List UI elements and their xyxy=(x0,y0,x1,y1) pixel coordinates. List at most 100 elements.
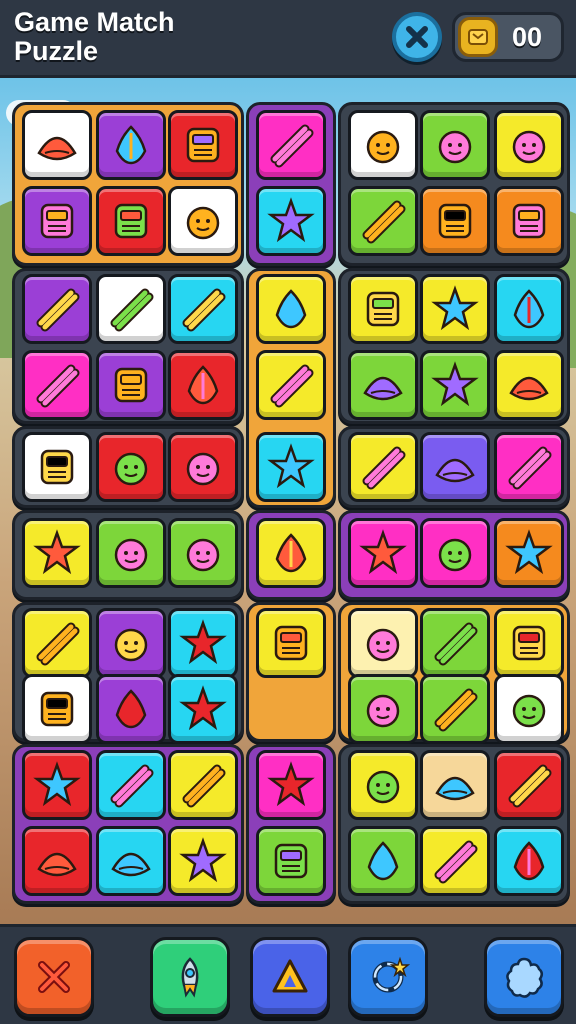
tile-octopus[interactable] xyxy=(494,826,564,896)
tile-pepper[interactable] xyxy=(494,432,564,502)
rocket-icon xyxy=(181,957,199,998)
tile-knife[interactable] xyxy=(168,350,238,420)
tile-smiling-sun[interactable] xyxy=(96,432,166,502)
tomato-bug-icon xyxy=(363,376,403,401)
crossed-carrots-icon xyxy=(40,203,74,239)
smiling-sun-icon xyxy=(114,452,148,486)
tile-pumpkin-face[interactable] xyxy=(420,110,490,180)
fish-fillet-icon xyxy=(179,685,227,731)
tile-ghost-leaf[interactable] xyxy=(96,186,166,256)
tile-green-shirt[interactable] xyxy=(494,674,564,744)
tile-chili-pepper[interactable] xyxy=(420,186,490,256)
tile-green-leaf[interactable] xyxy=(494,608,564,678)
tile-green-sun[interactable] xyxy=(494,110,564,180)
tile-leaf[interactable] xyxy=(256,608,326,678)
tile-carrot[interactable] xyxy=(96,110,166,180)
tile-squid[interactable] xyxy=(256,350,326,420)
tile-crossed-bread[interactable] xyxy=(22,350,92,420)
tile-crossed-sausage[interactable] xyxy=(22,518,92,588)
tile-bell-dome[interactable] xyxy=(22,110,92,180)
tile-lettuce[interactable] xyxy=(22,608,92,678)
tile-beet[interactable] xyxy=(348,432,418,502)
tile-mushroom[interactable] xyxy=(22,432,92,502)
tile-papaya[interactable] xyxy=(96,518,166,588)
tomato-icon xyxy=(366,694,400,728)
cancel-button[interactable] xyxy=(14,937,94,1017)
tile-cloud-tree[interactable] xyxy=(348,110,418,180)
tile-bent-carrot[interactable] xyxy=(96,674,166,744)
carrot-icon xyxy=(115,125,147,165)
pumpkin-icon xyxy=(114,628,148,662)
tile-red-star[interactable] xyxy=(22,674,92,744)
tile-shrimp[interactable] xyxy=(168,608,238,678)
octopus-face-icon xyxy=(513,289,545,329)
tile-red-bug[interactable] xyxy=(494,750,564,820)
close-button[interactable] xyxy=(392,12,442,62)
beet-icon xyxy=(362,446,406,490)
tile-tomato[interactable] xyxy=(348,674,418,744)
tile-crab[interactable] xyxy=(348,274,418,344)
menu-button[interactable] xyxy=(484,937,564,1017)
tile-blue-fish[interactable] xyxy=(348,826,418,896)
tile-salad-bowl[interactable] xyxy=(168,186,238,256)
tile-alien-face[interactable] xyxy=(256,432,326,502)
mushroom-cap-icon xyxy=(37,852,77,877)
cucumber-icon xyxy=(434,688,478,732)
tile-radio[interactable] xyxy=(256,274,326,344)
pink-sun-icon xyxy=(359,529,407,575)
shrimp-icon xyxy=(179,619,227,665)
tile-celery[interactable] xyxy=(494,186,564,256)
whale-icon xyxy=(435,458,475,483)
tile-orange-star[interactable] xyxy=(256,186,326,256)
tile-crossed-carrots[interactable] xyxy=(22,186,92,256)
alien-face-icon xyxy=(267,443,315,489)
tile-phone-robot[interactable] xyxy=(494,518,564,588)
tile-melon-seed[interactable] xyxy=(96,826,166,896)
tile-orange-face[interactable] xyxy=(348,750,418,820)
ghost-leaf-icon xyxy=(114,203,148,239)
tile-cucumber[interactable] xyxy=(420,674,490,744)
tile-toaster[interactable] xyxy=(96,274,166,344)
tile-whale[interactable] xyxy=(420,432,490,502)
tile-sun-face[interactable] xyxy=(168,110,238,180)
tile-tomato-bug[interactable] xyxy=(348,350,418,420)
sun-face-icon xyxy=(186,127,220,163)
tile-mushroom-tall[interactable] xyxy=(348,608,418,678)
mushroom-robot-icon xyxy=(509,376,549,401)
jar-icon xyxy=(33,761,81,807)
shuffle-button[interactable] xyxy=(348,937,428,1017)
tile-fish-fillet[interactable] xyxy=(168,674,238,744)
tile-apple[interactable] xyxy=(96,750,166,820)
pink-flower-icon xyxy=(434,840,478,884)
tile-green-palm[interactable] xyxy=(256,826,326,896)
tile-blue-bow[interactable] xyxy=(256,750,326,820)
tile-potted-plant[interactable] xyxy=(420,608,490,678)
tile-robot-box[interactable] xyxy=(22,274,92,344)
tile-palm-leaf[interactable] xyxy=(168,826,238,896)
tile-pink-flower[interactable] xyxy=(420,826,490,896)
tile-pink-face[interactable] xyxy=(420,518,490,588)
robot-box-icon xyxy=(36,288,80,332)
tile-pinwheel[interactable] xyxy=(96,350,166,420)
marker-icon xyxy=(186,538,220,572)
tile-fire-leaf[interactable] xyxy=(256,518,326,588)
tile-fish[interactable] xyxy=(168,274,238,344)
rocket-button[interactable] xyxy=(150,937,230,1017)
tile-mushroom-cap[interactable] xyxy=(22,826,92,896)
tile-orange-slice[interactable] xyxy=(420,750,490,820)
tile-maple-leaf[interactable] xyxy=(168,750,238,820)
tile-pink-sun[interactable] xyxy=(348,518,418,588)
tile-jar[interactable] xyxy=(22,750,92,820)
tile-radish[interactable] xyxy=(420,350,490,420)
tile-wheel[interactable] xyxy=(420,274,490,344)
hint-button[interactable] xyxy=(250,937,330,1017)
tile-banana-bowl[interactable] xyxy=(256,110,326,180)
tile-octopus-face[interactable] xyxy=(494,274,564,344)
tile-pineapple[interactable] xyxy=(168,432,238,502)
arrow-up-icon xyxy=(272,959,308,993)
tile-mushroom-robot[interactable] xyxy=(494,350,564,420)
tile-bear-face[interactable] xyxy=(348,186,418,256)
tile-pumpkin[interactable] xyxy=(96,608,166,678)
squid-icon xyxy=(270,364,314,408)
tile-marker[interactable] xyxy=(168,518,238,588)
